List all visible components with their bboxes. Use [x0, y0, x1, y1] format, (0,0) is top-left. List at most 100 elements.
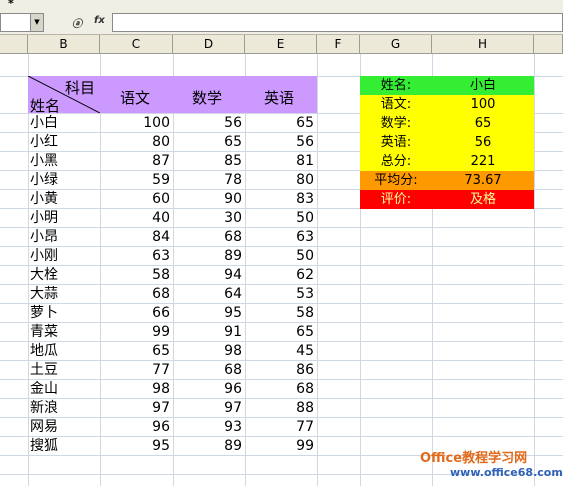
cell-name[interactable]: 小红: [30, 133, 98, 152]
cell-name[interactable]: 萝卜: [30, 304, 98, 323]
cell-name[interactable]: 网易: [30, 418, 98, 437]
cell-name[interactable]: 小明: [30, 209, 98, 228]
cell-english[interactable]: 83: [245, 190, 314, 209]
cell-chinese[interactable]: 68: [100, 285, 170, 304]
cell-math[interactable]: 97: [173, 399, 242, 418]
cell-chinese[interactable]: 84: [100, 228, 170, 247]
cell-english[interactable]: 63: [245, 228, 314, 247]
cell-math[interactable]: 90: [173, 190, 242, 209]
panel-label: 数学:: [380, 116, 412, 131]
cell-english[interactable]: 53: [245, 285, 314, 304]
cell-english[interactable]: 65: [245, 323, 314, 342]
cell-english[interactable]: 56: [245, 133, 314, 152]
cell-english[interactable]: 58: [245, 304, 314, 323]
panel-row[interactable]: 总分: 221: [360, 152, 534, 171]
cell-math[interactable]: 93: [173, 418, 242, 437]
cell-math[interactable]: 91: [173, 323, 242, 342]
panel-row[interactable]: 英语: 56: [360, 133, 534, 152]
cancel-icon[interactable]: ⓐ: [72, 15, 82, 30]
cell-math[interactable]: 98: [173, 342, 242, 361]
column-header-e[interactable]: E: [245, 35, 317, 53]
select-all-corner[interactable]: [0, 35, 28, 53]
panel-row[interactable]: 姓名: 小白: [360, 76, 534, 95]
cell-english[interactable]: 65: [245, 114, 314, 133]
chevron-down-icon[interactable]: ▼: [30, 14, 43, 31]
cell-english[interactable]: 77: [245, 418, 314, 437]
panel-row[interactable]: 数学: 65: [360, 114, 534, 133]
cell-english[interactable]: 68: [245, 380, 314, 399]
cell-chinese[interactable]: 58: [100, 266, 170, 285]
cell-chinese[interactable]: 97: [100, 399, 170, 418]
grid-line: [317, 54, 318, 486]
cell-chinese[interactable]: 65: [100, 342, 170, 361]
column-header-b[interactable]: B: [28, 35, 100, 53]
cell-chinese[interactable]: 66: [100, 304, 170, 323]
column-header-h[interactable]: H: [432, 35, 534, 53]
grid-line: [28, 54, 29, 486]
cell-name[interactable]: 新浪: [30, 399, 98, 418]
column-header-i[interactable]: [534, 35, 563, 53]
watermark-title: Office教程学习网: [420, 451, 528, 466]
cell-math[interactable]: 65: [173, 133, 242, 152]
cell-chinese[interactable]: 80: [100, 133, 170, 152]
cell-name[interactable]: 土豆: [30, 361, 98, 380]
cell-math[interactable]: 64: [173, 285, 242, 304]
cell-english[interactable]: 88: [245, 399, 314, 418]
cell-math[interactable]: 56: [173, 114, 242, 133]
cell-chinese[interactable]: 87: [100, 152, 170, 171]
cell-name[interactable]: 青菜: [30, 323, 98, 342]
panel-value: 100: [470, 97, 496, 112]
cell-name[interactable]: 搜狐: [30, 437, 98, 456]
cell-chinese[interactable]: 60: [100, 190, 170, 209]
cell-name[interactable]: 小刚: [30, 247, 98, 266]
cell-english[interactable]: 99: [245, 437, 314, 456]
panel-row[interactable]: 语文: 100: [360, 95, 534, 114]
cell-math[interactable]: 68: [173, 228, 242, 247]
header-math: 数学: [192, 89, 223, 107]
cell-chinese[interactable]: 99: [100, 323, 170, 342]
cell-math[interactable]: 96: [173, 380, 242, 399]
column-header-g[interactable]: G: [360, 35, 432, 53]
cell-chinese[interactable]: 63: [100, 247, 170, 266]
cell-name[interactable]: 小绿: [30, 171, 98, 190]
cell-english[interactable]: 62: [245, 266, 314, 285]
panel-row[interactable]: 平均分: 73.67: [360, 171, 534, 190]
cell-math[interactable]: 68: [173, 361, 242, 380]
cell-chinese[interactable]: 100: [100, 114, 170, 133]
cell-english[interactable]: 50: [245, 247, 314, 266]
cell-chinese[interactable]: 98: [100, 380, 170, 399]
cell-chinese[interactable]: 40: [100, 209, 170, 228]
cell-english[interactable]: 86: [245, 361, 314, 380]
cell-english[interactable]: 45: [245, 342, 314, 361]
cell-english[interactable]: 80: [245, 171, 314, 190]
cell-chinese[interactable]: 95: [100, 437, 170, 456]
cell-english[interactable]: 81: [245, 152, 314, 171]
name-box[interactable]: ▼: [0, 13, 44, 32]
header-chinese: 语文: [120, 89, 151, 107]
column-header-f[interactable]: F: [317, 35, 360, 53]
cell-math[interactable]: 89: [173, 247, 242, 266]
column-header-d[interactable]: D: [173, 35, 245, 53]
cell-name[interactable]: 地瓜: [30, 342, 98, 361]
formula-input[interactable]: [112, 13, 563, 32]
cell-name[interactable]: 小黄: [30, 190, 98, 209]
cell-chinese[interactable]: 96: [100, 418, 170, 437]
cell-math[interactable]: 94: [173, 266, 242, 285]
column-header-c[interactable]: C: [100, 35, 173, 53]
cell-math[interactable]: 89: [173, 437, 242, 456]
cell-math[interactable]: 85: [173, 152, 242, 171]
cell-english[interactable]: 50: [245, 209, 314, 228]
cell-name[interactable]: 大蒜: [30, 285, 98, 304]
insert-function-button[interactable]: fx: [94, 15, 105, 26]
cell-name[interactable]: 小黑: [30, 152, 98, 171]
cell-math[interactable]: 95: [173, 304, 242, 323]
cell-name[interactable]: 小昂: [30, 228, 98, 247]
panel-row[interactable]: 评价: 及格: [360, 190, 534, 209]
cell-name[interactable]: 金山: [30, 380, 98, 399]
cell-math[interactable]: 30: [173, 209, 242, 228]
cell-chinese[interactable]: 59: [100, 171, 170, 190]
cell-name[interactable]: 小白: [30, 114, 98, 133]
cell-math[interactable]: 78: [173, 171, 242, 190]
cell-name[interactable]: 大栓: [30, 266, 98, 285]
cell-chinese[interactable]: 77: [100, 361, 170, 380]
